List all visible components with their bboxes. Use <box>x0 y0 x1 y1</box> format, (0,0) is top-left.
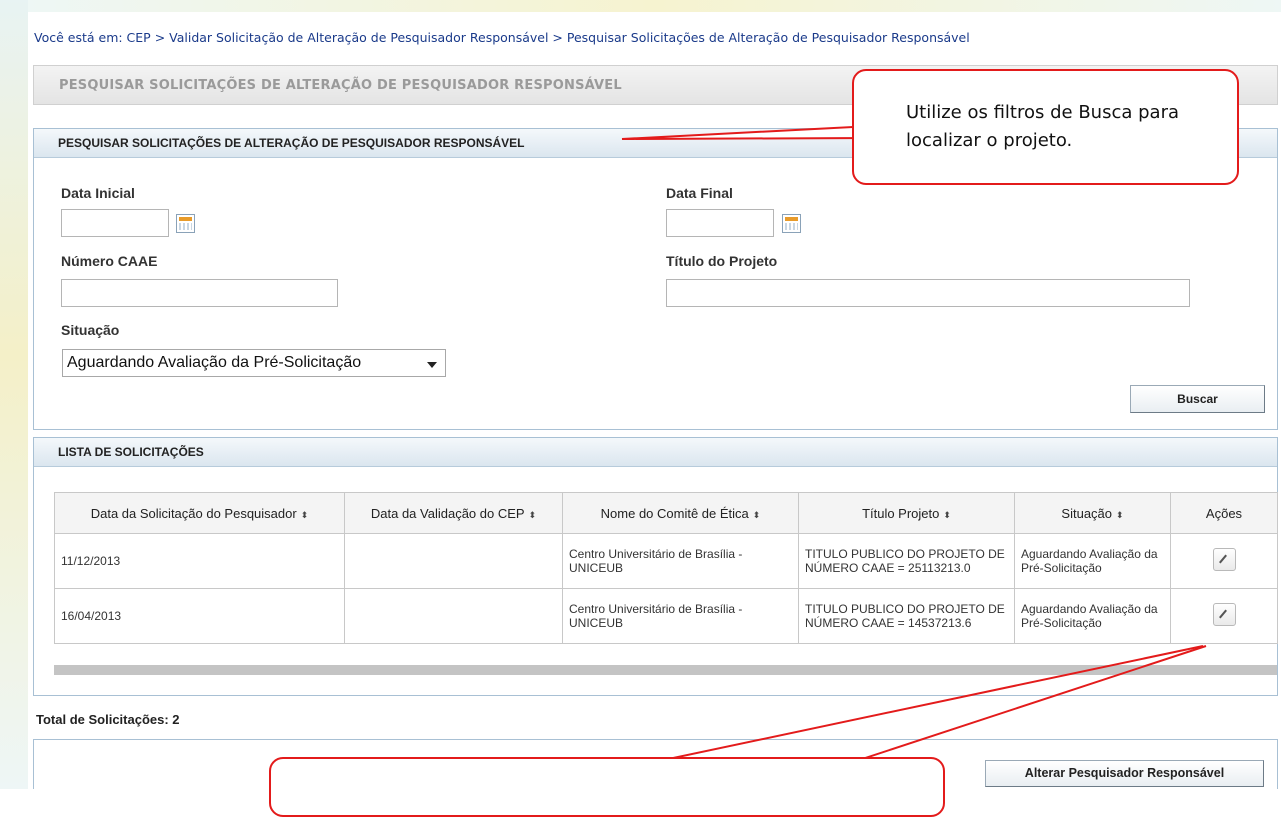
cell-titulo: TITULO PUBLICO DO PROJETO DE NÚMERO CAAE… <box>798 533 1015 589</box>
situacao-label: Situação <box>61 322 120 338</box>
background-decoration <box>0 0 28 789</box>
sort-arrows-icon[interactable]: ⬍ <box>943 510 951 520</box>
background-decoration-top <box>28 0 1281 12</box>
table-header-row: Data da Solicitação do Pesquisador ⬍ Data… <box>54 492 1278 534</box>
data-inicial-input[interactable] <box>61 209 169 237</box>
cell-titulo: TITULO PUBLICO DO PROJETO DE NÚMERO CAAE… <box>798 588 1015 644</box>
sort-arrows-icon[interactable]: ⬍ <box>753 510 761 520</box>
data-inicial-label: Data Inicial <box>61 185 135 201</box>
cell-situacao: Aguardando Avaliação da Pré-Solicitação <box>1014 588 1171 644</box>
calendar-icon[interactable] <box>176 214 195 233</box>
table-row: 11/12/2013 Centro Universitário de Brasí… <box>54 533 1278 589</box>
numero-caae-label: Número CAAE <box>61 253 158 269</box>
situacao-selected-value: Aguardando Avaliação da Pré-Solicitação <box>67 354 362 371</box>
situacao-select[interactable]: Aguardando Avaliação da Pré-Solicitação <box>62 349 446 377</box>
cell-acoes <box>1170 533 1278 589</box>
sort-arrows-icon[interactable]: ⬍ <box>301 510 309 520</box>
callout-filtros: Utilize os filtros de Busca para localiz… <box>852 69 1239 185</box>
data-final-label: Data Final <box>666 185 733 201</box>
cell-data-validacao <box>344 588 563 644</box>
cell-data-solicitacao: 11/12/2013 <box>54 533 345 589</box>
table-row: 16/04/2013 Centro Universitário de Brasí… <box>54 588 1278 644</box>
column-header-data-solicitacao[interactable]: Data da Solicitação do Pesquisador ⬍ <box>54 492 345 534</box>
pencil-icon[interactable] <box>1212 548 1236 571</box>
column-header-acoes: Ações <box>1170 492 1278 534</box>
solicitacoes-table: Data da Solicitação do Pesquisador ⬍ Data… <box>54 492 1278 644</box>
cell-comite: Centro Universitário de Brasília - UNICE… <box>562 588 799 644</box>
callout-text: Utilize os filtros de Busca para localiz… <box>906 102 1179 151</box>
pencil-icon[interactable] <box>1212 603 1236 626</box>
total-solicitacoes: Total de Solicitações: 2 <box>36 712 180 727</box>
alterar-pesquisador-button[interactable]: Alterar Pesquisador Responsável <box>985 760 1264 787</box>
cell-data-solicitacao: 16/04/2013 <box>54 588 345 644</box>
cell-comite: Centro Universitário de Brasília - UNICE… <box>562 533 799 589</box>
chevron-down-icon <box>427 362 437 368</box>
data-final-input[interactable] <box>666 209 774 237</box>
breadcrumb: Você está em: CEP > Validar Solicitação … <box>34 30 970 45</box>
cell-acoes <box>1170 588 1278 644</box>
calendar-icon[interactable] <box>782 214 801 233</box>
sort-arrows-icon[interactable]: ⬍ <box>529 510 537 520</box>
column-header-comite[interactable]: Nome do Comitê de Ética ⬍ <box>562 492 799 534</box>
buscar-button[interactable]: Buscar <box>1130 385 1265 413</box>
column-header-data-validacao[interactable]: Data da Validação do CEP ⬍ <box>344 492 563 534</box>
callout-acoes <box>269 757 945 817</box>
numero-caae-input[interactable] <box>61 279 338 307</box>
cell-situacao: Aguardando Avaliação da Pré-Solicitação <box>1014 533 1171 589</box>
titulo-projeto-input[interactable] <box>666 279 1190 307</box>
list-panel: LISTA DE SOLICITAÇÕES Data da Solicitaçã… <box>33 437 1278 696</box>
column-header-titulo[interactable]: Título Projeto ⬍ <box>798 492 1015 534</box>
titulo-projeto-label: Título do Projeto <box>666 253 778 269</box>
column-header-situacao[interactable]: Situação ⬍ <box>1014 492 1171 534</box>
list-panel-title: LISTA DE SOLICITAÇÕES <box>34 438 1277 467</box>
table-footer-bar <box>54 665 1277 675</box>
cell-data-validacao <box>344 533 563 589</box>
sort-arrows-icon[interactable]: ⬍ <box>1116 510 1124 520</box>
page-title: PESQUISAR SOLICITAÇÕES DE ALTERAÇÃO DE P… <box>59 78 622 93</box>
